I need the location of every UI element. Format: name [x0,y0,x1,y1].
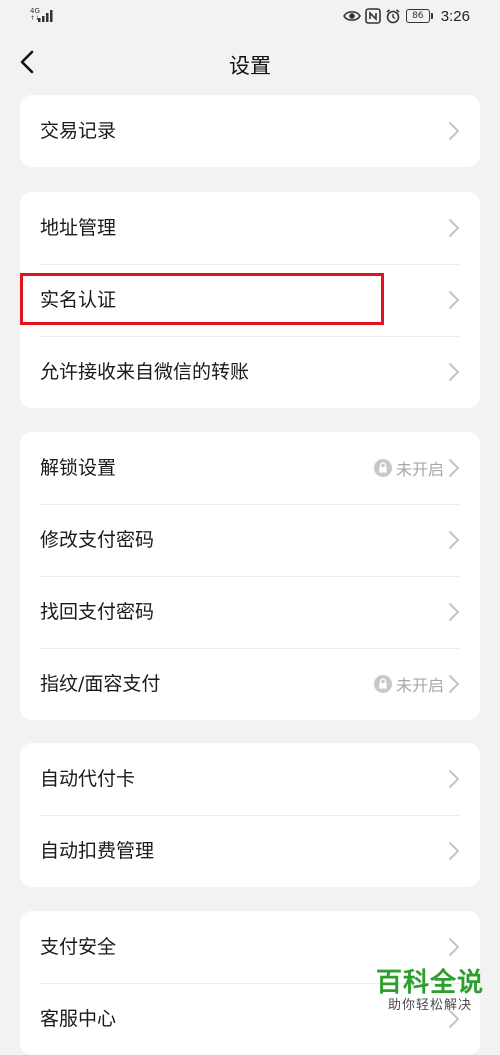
eye-icon [342,11,361,21]
battery-icon: 86 [405,9,433,23]
settings-item-recover-password[interactable]: 找回支付密码 [20,576,480,648]
lock-icon [373,675,392,693]
settings-group-account: 地址管理 实名认证 允许接收来自微信的转账 [20,192,480,408]
settings-item-label: 修改支付密码 [40,529,155,551]
watermark-subtitle: 助你轻松解决 [387,998,472,1013]
chevron-right-icon [449,770,459,788]
chevron-right-icon [449,291,459,309]
settings-item-biometric-pay[interactable]: 指纹/面容支付 未开启 [20,648,480,720]
signal-icon [38,10,53,22]
battery-level: 86 [405,9,430,23]
status-bar: 4G ↑↓ 86 3:26 [0,0,500,32]
watermark-title: 百科全说 [375,968,484,998]
chevron-right-icon [449,938,459,956]
chevron-right-icon [449,363,459,381]
page-title: 设置 [229,54,271,78]
settings-item-label: 找回支付密码 [40,601,155,623]
settings-item-label: 指纹/面容支付 [40,673,161,695]
settings-item-real-name[interactable]: 实名认证 [20,264,480,336]
signal-indicator: 4G ↑↓ [30,8,54,24]
settings-item-wechat-transfer[interactable]: 允许接收来自微信的转账 [20,336,480,408]
lock-icon [373,459,392,477]
alarm-icon [386,9,400,24]
status-time: 3:26 [440,7,470,25]
nfc-icon [364,8,381,24]
chevron-right-icon [449,459,459,477]
settings-item-label: 解锁设置 [40,457,117,479]
settings-item-label: 客服中心 [40,1008,117,1030]
settings-item-transaction-records[interactable]: 交易记录 [20,95,480,167]
chevron-right-icon [449,219,459,237]
settings-item-auto-pay-card[interactable]: 自动代付卡 [20,743,480,815]
status-text: 未开启 [395,676,444,695]
status-text: 未开启 [395,460,444,479]
chevron-right-icon [449,122,459,140]
settings-item-label: 自动扣费管理 [40,840,155,862]
settings-item-unlock[interactable]: 解锁设置 未开启 [20,432,480,504]
settings-item-label: 允许接收来自微信的转账 [40,361,250,383]
chevron-right-icon [449,603,459,621]
settings-item-label: 自动代付卡 [40,768,136,790]
watermark-logo: 百科全说 助你轻松解决 [374,968,486,1014]
settings-item-label: 实名认证 [40,289,117,311]
header: 设置 [0,32,500,96]
settings-item-label: 地址管理 [40,217,117,239]
settings-group-transactions: 交易记录 [20,95,480,167]
chevron-right-icon [449,842,459,860]
settings-item-change-password[interactable]: 修改支付密码 [20,504,480,576]
settings-item-address[interactable]: 地址管理 [20,192,480,264]
settings-item-auto-deduction[interactable]: 自动扣费管理 [20,815,480,887]
settings-group-auto-pay: 自动代付卡 自动扣费管理 [20,743,480,887]
settings-group-security: 解锁设置 未开启 修改支付密码 找回支付密码 指纹/面容支付 未开启 [20,432,480,720]
status-badge: 未开启 [373,432,444,504]
settings-item-label: 支付安全 [40,936,117,958]
settings-item-label: 交易记录 [40,120,117,142]
chevron-right-icon [449,531,459,549]
chevron-right-icon [449,675,459,693]
status-badge: 未开启 [373,648,444,720]
